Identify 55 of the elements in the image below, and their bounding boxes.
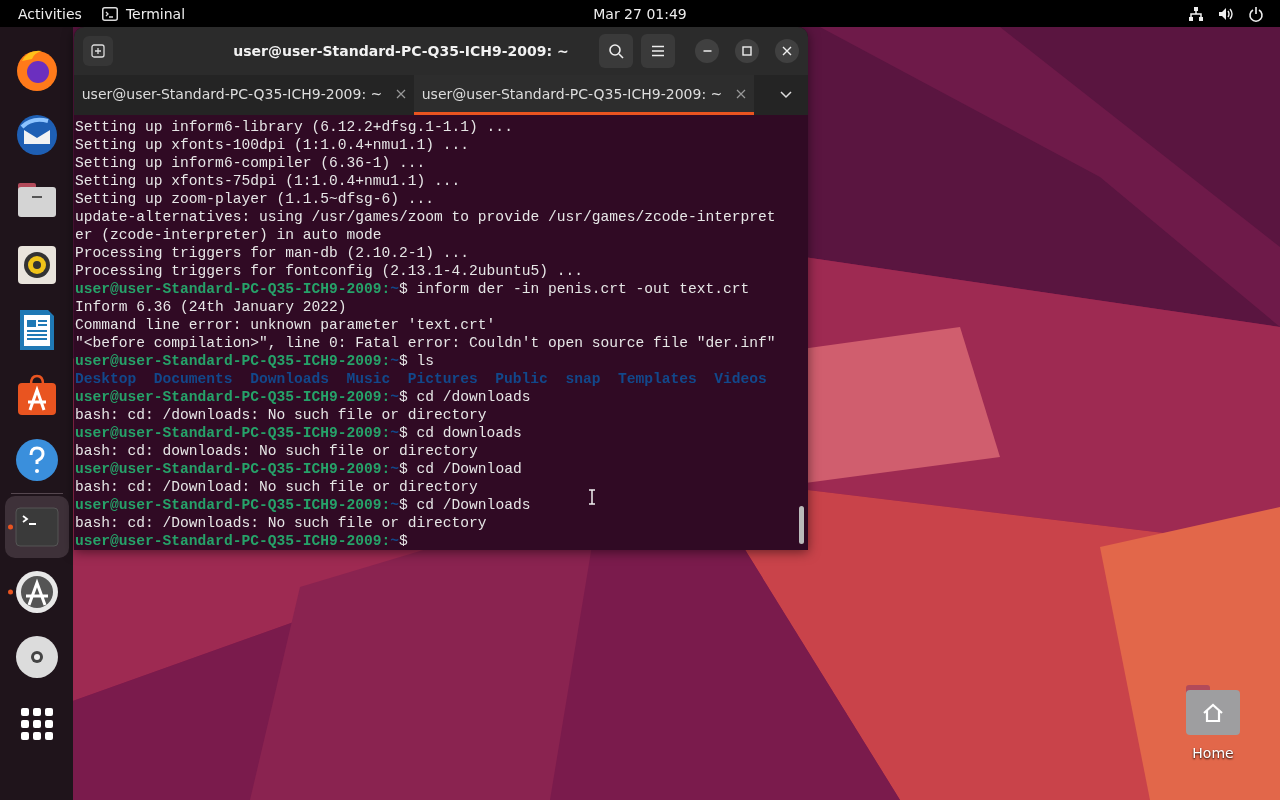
directory-listing: Desktop Documents Downloads Music Pictures Public snap Templates Videos xyxy=(75,370,767,388)
output-line: Setting up xfonts-75dpi (1:1.0.4+nmu1.1) ... xyxy=(75,172,461,190)
search-button[interactable] xyxy=(599,34,633,68)
output-line: update-alternatives: using /usr/games/zoom to provide /usr/games/zcode-interpret xyxy=(75,208,776,226)
output-line: "<before compilation>", line 0: Fatal error: Couldn't open source file "der.inf" xyxy=(75,334,776,352)
home-folder-icon[interactable] xyxy=(1184,683,1242,737)
chevron-down-icon[interactable] xyxy=(780,91,792,99)
output-line: Inform 6.36 (24th January 2022) xyxy=(75,298,347,316)
search-icon xyxy=(608,43,624,59)
prompt-line: user@user-Standard-PC-Q35-ICH9-2009:~$ cd /downloads xyxy=(75,388,531,406)
updater-icon[interactable] xyxy=(13,569,60,615)
help-icon[interactable] xyxy=(13,437,60,483)
maximize-icon xyxy=(742,46,752,56)
prompt-line: user@user-Standard-PC-Q35-ICH9-2009:~$ inform der -in penis.crt -out text.crt xyxy=(75,280,750,298)
output-line: er (zcode-interpreter) in auto mode xyxy=(75,226,382,244)
minimize-button[interactable] xyxy=(695,39,719,63)
new-tab-icon xyxy=(91,44,105,58)
window-title: user@user-Standard-PC-Q35-ICH9-2009: ~ xyxy=(232,43,570,59)
maximize-button[interactable] xyxy=(735,39,759,63)
close-icon[interactable] xyxy=(736,88,747,99)
activities-button[interactable]: Activities xyxy=(18,5,82,22)
output-line: bash: cd: /Download: No such file or directory xyxy=(75,478,478,496)
close-button[interactable] xyxy=(775,39,799,63)
output-line: Setting up inform6-library (6.12.2+dfsg.1-1.1) ... xyxy=(75,118,513,136)
text-cursor-icon xyxy=(588,489,596,505)
new-tab-button[interactable] xyxy=(83,36,113,66)
prompt-line: user@user-Standard-PC-Q35-ICH9-2009:~$ ls xyxy=(75,352,435,370)
clock[interactable]: Mar 27 01:49 xyxy=(593,5,687,22)
close-icon[interactable] xyxy=(396,88,407,99)
power-icon[interactable] xyxy=(1248,5,1264,22)
minimize-icon xyxy=(702,50,712,52)
output-line: Setting up zoom-player (1.1.5~dfsg-6) ... xyxy=(75,190,435,208)
tab[interactable]: user@user-Standard-PC-Q35-ICH9-2009: ~ xyxy=(74,75,414,115)
prompt-line: user@user-Standard-PC-Q35-ICH9-2009:~$ xyxy=(75,532,408,550)
output-line: Setting up xfonts-100dpi (1:1.0.4+nmu1.1) ... xyxy=(75,136,470,154)
output-line: Command line error: unknown parameter 'text.crt' xyxy=(75,316,496,334)
output-line: Processing triggers for fontconfig (2.13.1-4.2ubuntu5) ... xyxy=(75,262,583,280)
tab[interactable]: user@user-Standard-PC-Q35-ICH9-2009: ~ xyxy=(414,75,754,115)
output-line: bash: cd: downloads: No such file or directory xyxy=(75,442,478,460)
network-icon[interactable] xyxy=(1188,5,1204,22)
prompt-line: user@user-Standard-PC-Q35-ICH9-2009:~$ cd downloads xyxy=(75,424,522,442)
output-line: bash: cd: /Downloads: No such file or directory xyxy=(75,514,487,532)
disc-icon[interactable] xyxy=(13,634,60,680)
menu-button[interactable] xyxy=(641,34,675,68)
close-icon xyxy=(782,46,792,56)
app-grid-icon[interactable] xyxy=(19,707,54,741)
menu-icon xyxy=(651,45,665,57)
prompt-line: user@user-Standard-PC-Q35-ICH9-2009:~$ cd /Downloads xyxy=(75,496,531,514)
output-line: bash: cd: /downloads: No such file or directory xyxy=(75,406,487,424)
prompt-line: user@user-Standard-PC-Q35-ICH9-2009:~$ cd /Download xyxy=(75,460,522,478)
scrollbar[interactable] xyxy=(799,506,804,544)
output-line: Setting up inform6-compiler (6.36-1) ... xyxy=(75,154,426,172)
output-line: Processing triggers for man-db (2.10.2-1) ... xyxy=(75,244,470,262)
app-menu[interactable]: Terminal xyxy=(101,5,186,22)
terminal-icon xyxy=(101,6,118,21)
